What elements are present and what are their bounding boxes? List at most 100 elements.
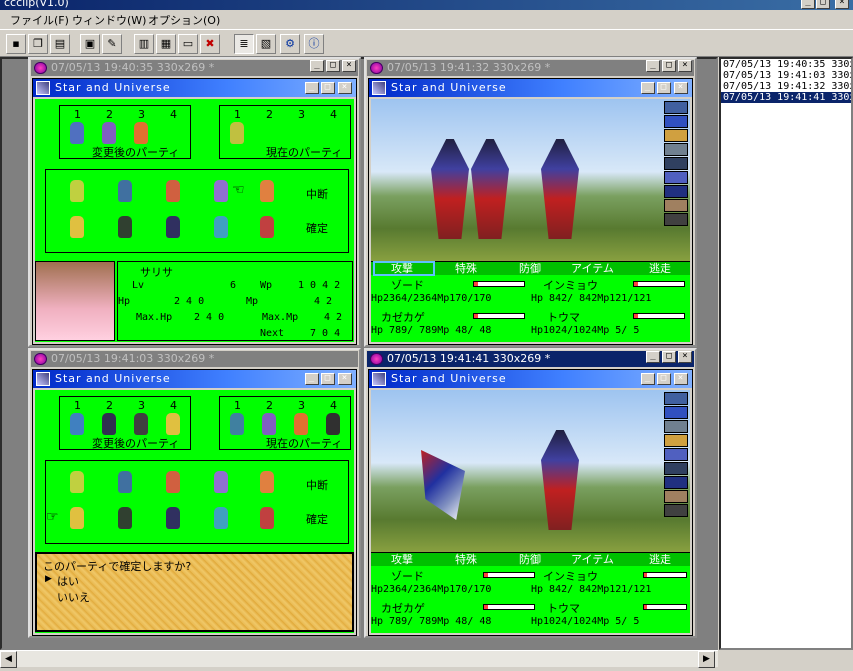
minimize-button[interactable]: _	[641, 82, 655, 94]
minimize-button[interactable]: _	[641, 373, 655, 385]
list-view-icon[interactable]: ≣	[234, 34, 254, 54]
close-button[interactable]: ×	[678, 60, 692, 72]
maximize-button[interactable]: □	[657, 82, 671, 94]
cascade-icon[interactable]: ▥	[134, 34, 154, 54]
command-item[interactable]: アイテム	[571, 553, 614, 566]
sword-icon	[36, 81, 50, 95]
settings-icon[interactable]: ⚙	[280, 34, 300, 54]
close-button[interactable]: ×	[835, 0, 849, 9]
character-sprite	[118, 180, 132, 202]
save-icon[interactable]: ▪	[6, 34, 26, 54]
minimize-button[interactable]: _	[646, 60, 660, 72]
stat-label: Lv	[132, 280, 145, 291]
command-attack[interactable]: 攻撃	[391, 262, 413, 275]
scroll-left-button[interactable]: ◀	[0, 651, 17, 668]
capture-icon	[370, 62, 383, 74]
tile-vertical-icon[interactable]: ▦	[156, 34, 176, 54]
attacking-knight	[421, 450, 465, 520]
hp-bar	[643, 572, 687, 578]
stat-value: 4 2	[324, 312, 343, 323]
command-special[interactable]: 特殊	[455, 553, 477, 566]
dialog-no-option[interactable]: いいえ	[57, 589, 90, 605]
character-sprite	[166, 180, 180, 202]
suspend-option[interactable]: 中断	[306, 477, 328, 493]
minimize-button[interactable]: _	[310, 60, 324, 72]
capture-window-title-text: 07/05/13 19:40:35 330x269 *	[51, 61, 215, 74]
command-defend[interactable]: 防御	[519, 262, 541, 275]
hp-bar	[633, 313, 685, 319]
maximize-button[interactable]: □	[657, 373, 671, 385]
character-sprite	[260, 507, 274, 529]
roster-box: ☞ 中断 確定	[45, 460, 349, 544]
copy-icon[interactable]: ❐	[28, 34, 48, 54]
app-title-bar: ccclip(V1.0) _ □ ×	[0, 0, 853, 10]
paste-icon[interactable]: ▤	[50, 34, 70, 54]
command-special[interactable]: 特殊	[455, 262, 477, 275]
toolbar: ▪ ❐ ▤ ▣ ✎ ▥ ▦ ▭ ✖ ≣ ▧ ⚙ ⓘ	[0, 29, 853, 57]
suspend-option[interactable]: 中断	[306, 186, 328, 202]
capture-icon[interactable]: ▣	[80, 34, 100, 54]
party-member-name: トウマ	[547, 602, 580, 615]
capture-history-list[interactable]: 07/05/13 19:40:35 330x2 07/05/13 19:41:0…	[719, 57, 853, 650]
close-button[interactable]: ×	[674, 373, 688, 385]
dialog-yes-option[interactable]: はい	[57, 573, 79, 589]
character-sprite	[214, 180, 228, 202]
command-attack[interactable]: 攻撃	[391, 553, 413, 566]
history-item[interactable]: 07/05/13 19:41:32 330x2	[721, 81, 851, 92]
stat-value: 1 0 4 2	[298, 280, 341, 291]
maximize-button[interactable]: □	[662, 60, 676, 72]
minimize-button[interactable]: _	[801, 0, 815, 9]
confirm-option[interactable]: 確定	[306, 220, 328, 236]
selection-arrow-icon: ▶	[45, 574, 52, 584]
history-item-selected[interactable]: 07/05/13 19:41:41 330x2	[721, 92, 851, 103]
party-portraits	[664, 101, 688, 227]
party-member-stats: Hp 789/ 789Mp 48/ 48	[371, 616, 492, 627]
minimize-button[interactable]: _	[305, 82, 319, 94]
capture-window-title: 07/05/13 19:41:32 330x269 *	[367, 60, 694, 76]
close-button[interactable]: ×	[338, 82, 352, 94]
close-button[interactable]: ×	[342, 60, 356, 72]
menu-window[interactable]: ウィンドウ(W)	[72, 12, 146, 28]
history-item[interactable]: 07/05/13 19:40:35 330x2	[721, 59, 851, 70]
maximize-button[interactable]: □	[321, 373, 335, 385]
enemy-knight	[541, 430, 579, 530]
confirm-option[interactable]: 確定	[306, 511, 328, 527]
scroll-right-button[interactable]: ▶	[698, 651, 715, 668]
current-party-box: 1 2 3 4 現在のパーティ	[219, 396, 351, 450]
horizontal-scrollbar[interactable]: ◀ ▶	[0, 650, 718, 668]
close-button[interactable]: ×	[678, 351, 692, 363]
game-title: Star and Universe	[391, 81, 507, 94]
tile-horizontal-icon[interactable]: ▭	[178, 34, 198, 54]
menu-options[interactable]: オプション(O)	[148, 12, 220, 28]
capture-window-title-text: 07/05/13 19:41:41 330x269 *	[387, 352, 551, 365]
history-item[interactable]: 07/05/13 19:41:03 330x2	[721, 70, 851, 81]
capture-window-1[interactable]: 07/05/13 19:40:35 330x269 * _ □ × Star a…	[28, 57, 361, 347]
maximize-button[interactable]: □	[321, 82, 335, 94]
close-all-icon[interactable]: ✖	[200, 34, 220, 54]
maximize-button[interactable]: □	[816, 0, 830, 9]
capture-window-2[interactable]: 07/05/13 19:41:32 330x269 * _ □ × Star a…	[364, 57, 697, 347]
minimize-button[interactable]: _	[305, 373, 319, 385]
maximize-button[interactable]: □	[326, 60, 340, 72]
enemy-knight	[541, 139, 579, 239]
pen-icon[interactable]: ✎	[102, 34, 122, 54]
minimize-button[interactable]: _	[646, 351, 660, 363]
close-button[interactable]: ×	[338, 373, 352, 385]
command-item[interactable]: アイテム	[571, 262, 614, 275]
capture-window-3[interactable]: 07/05/13 19:41:03 330x269 * Star and Uni…	[28, 348, 361, 638]
close-button[interactable]: ×	[674, 82, 688, 94]
thumbnail-view-icon[interactable]: ▧	[256, 34, 276, 54]
game-title: Star and Universe	[55, 81, 171, 94]
character-sprite	[118, 507, 132, 529]
info-icon[interactable]: ⓘ	[304, 34, 324, 54]
capture-window-4[interactable]: 07/05/13 19:41:41 330x269 * _ □ × Star a…	[364, 348, 697, 638]
sword-icon	[36, 372, 50, 386]
character-sprite	[70, 413, 84, 435]
command-escape[interactable]: 逃走	[649, 553, 671, 566]
command-escape[interactable]: 逃走	[649, 262, 671, 275]
command-defend[interactable]: 防御	[519, 553, 541, 566]
game-title-bar: Star and Universe _ □ ×	[369, 79, 692, 97]
party-member-stats: Hp 789/ 789Mp 48/ 48	[371, 325, 492, 336]
maximize-button[interactable]: □	[662, 351, 676, 363]
menu-file[interactable]: ファイル(F)	[10, 12, 69, 28]
